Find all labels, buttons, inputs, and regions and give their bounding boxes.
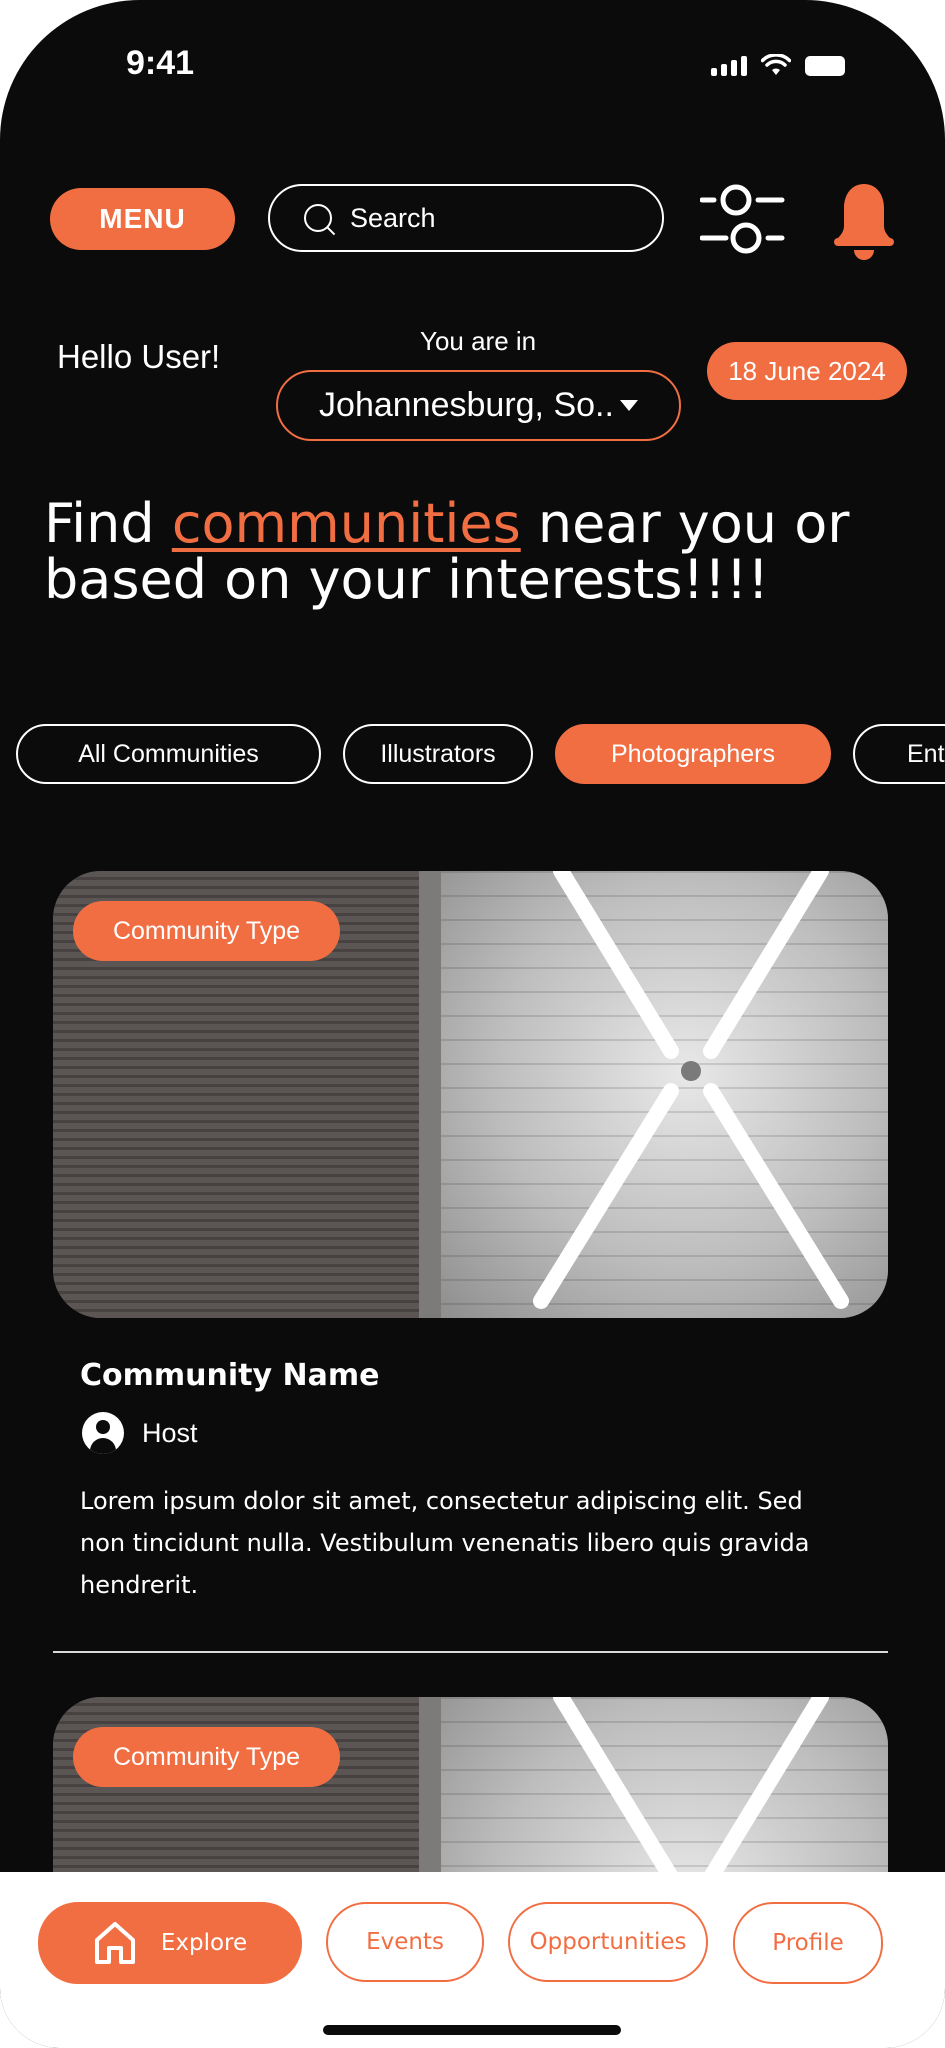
phone-screen: 9:41 MENU Hello User! You are in Johanne…: [0, 0, 945, 2048]
nav-explore[interactable]: Explore: [38, 1902, 302, 1984]
status-time: 9:41: [126, 44, 195, 82]
community-type-badge: Community Type: [73, 901, 340, 961]
chip-ent[interactable]: Ent: [853, 724, 945, 784]
host-row: Host: [82, 1412, 198, 1454]
community-description: Lorem ipsum dolor sit amet, consectetur …: [80, 1487, 810, 1599]
chip-all-communities[interactable]: All Communities: [16, 724, 321, 784]
chip-illustrators[interactable]: Illustrators: [343, 724, 533, 784]
headline-part1: Find: [44, 492, 172, 555]
home-icon: [94, 1922, 135, 1964]
location-dropdown[interactable]: Johannesburg, So..: [276, 370, 681, 441]
image-neon-x: [533, 871, 849, 1309]
headline-highlight: communities: [171, 492, 521, 555]
chip-photographers[interactable]: Photographers: [555, 724, 831, 784]
search-input[interactable]: [348, 201, 652, 235]
location-label: You are in: [420, 326, 537, 356]
greeting-text: Hello User!: [57, 338, 221, 375]
signal-icon: [711, 56, 747, 76]
chevron-down-icon: [619, 400, 638, 411]
bell-icon[interactable]: [832, 180, 896, 262]
menu-button[interactable]: MENU: [50, 188, 235, 250]
date-badge: 18 June 2024: [707, 342, 907, 400]
nav-profile[interactable]: Profile: [733, 1902, 883, 1984]
community-card-image[interactable]: Community Type: [53, 871, 888, 1318]
home-indicator: [323, 2025, 621, 2035]
bottom-nav: Explore Events Opportunities Profile: [0, 1872, 945, 2048]
search-icon: [304, 204, 332, 232]
wifi-icon: [761, 54, 791, 75]
image-divider: [419, 871, 441, 1318]
divider: [53, 1651, 888, 1653]
avatar-icon: [82, 1412, 124, 1454]
page-headline: Find communities near you or based on yo…: [44, 496, 904, 608]
category-chips: All Communities Illustrators Photographe…: [16, 724, 945, 784]
community-type-badge: Community Type: [73, 1727, 340, 1787]
host-label: Host: [142, 1417, 198, 1448]
nav-explore-label: Explore: [160, 1930, 248, 1956]
filter-icon[interactable]: [700, 180, 786, 260]
nav-opportunities[interactable]: Opportunities: [508, 1902, 708, 1982]
battery-icon: [805, 56, 845, 76]
community-name[interactable]: Community Name: [80, 1358, 379, 1393]
location-value: Johannesburg, So..: [319, 386, 614, 424]
nav-events[interactable]: Events: [326, 1902, 484, 1982]
search-bar[interactable]: [268, 184, 664, 252]
status-icons: [711, 54, 845, 76]
